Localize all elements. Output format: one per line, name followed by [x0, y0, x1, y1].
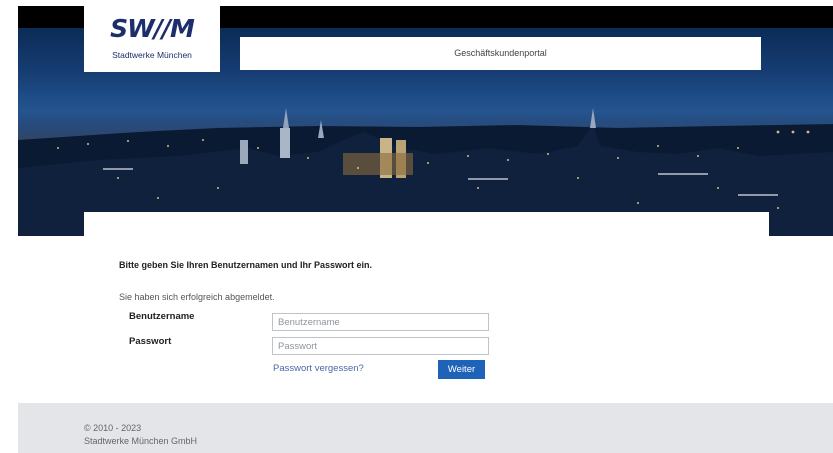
logout-message: Sie haben sich erfolgreich abgemeldet. — [119, 292, 275, 302]
footer-company: Stadtwerke München GmbH — [84, 436, 198, 446]
username-input[interactable] — [272, 313, 489, 331]
footer: © 2010 - 2023 Stadtwerke München GmbH — [18, 403, 833, 453]
password-label: Passwort — [129, 336, 172, 347]
submit-button[interactable]: Weiter — [438, 360, 485, 379]
portal-title: Geschäftskundenportal — [454, 48, 547, 58]
content-panel-top — [84, 212, 769, 238]
password-input[interactable] — [272, 337, 489, 355]
login-instruction: Bitte geben Sie Ihren Benutzernamen und … — [119, 260, 373, 270]
brand-logo[interactable]: SW//M Stadtwerke München — [84, 6, 220, 72]
footer-copyright: © 2010 - 2023 — [84, 423, 142, 433]
logo-subtitle: Stadtwerke München — [112, 50, 192, 60]
logo-wordmark: SW//M — [110, 14, 195, 43]
portal-title-box: Geschäftskundenportal — [240, 37, 761, 70]
forgot-password-link[interactable]: Passwort vergessen? — [273, 363, 364, 374]
username-label: Benutzername — [129, 311, 195, 322]
